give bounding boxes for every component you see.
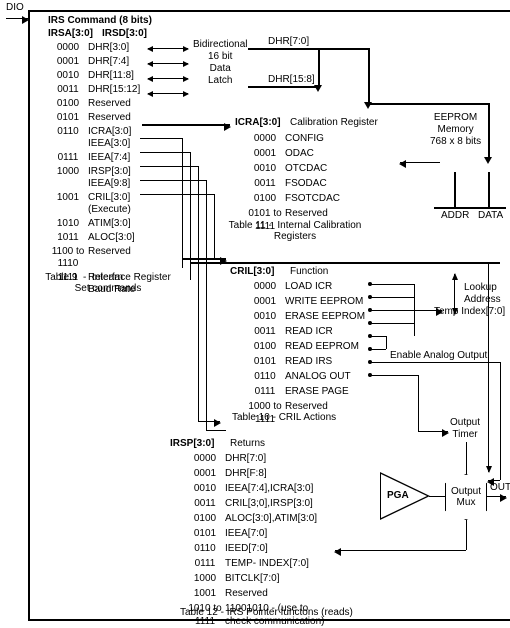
table10-caption: Table 10 - CRIL Actions bbox=[232, 412, 336, 423]
env bbox=[386, 336, 387, 349]
enable-into-mux bbox=[488, 480, 500, 481]
table12-caption: Table 12 - IRS Pointer functons (reads) bbox=[180, 607, 353, 618]
irsp-arrow bbox=[198, 421, 220, 422]
dio-arrow bbox=[6, 18, 28, 19]
cril-func-label: Function bbox=[290, 266, 328, 277]
cril-table: 0000LOAD ICR 0001WRITE EEPROM 0010ERASE … bbox=[245, 280, 395, 426]
dhr-v1-head bbox=[314, 85, 322, 92]
irs-cmd-header: IRS Command (8 bits) bbox=[48, 15, 152, 26]
irsa-header: IRSA[3:0] bbox=[48, 28, 93, 39]
eeprom-block: EEPROM Memory 768 x 8 bits bbox=[430, 112, 481, 148]
bidi-arrow-3 bbox=[148, 93, 188, 94]
data-to-mux bbox=[488, 262, 489, 472]
eeprom-v bbox=[488, 103, 490, 158]
lk1 bbox=[370, 284, 414, 285]
lk3 bbox=[370, 310, 414, 311]
table11-caption: Table 11 - Internal Calibration Register… bbox=[215, 220, 375, 242]
data-label: DATA bbox=[478, 210, 503, 221]
eeprom-bus bbox=[368, 103, 488, 105]
ot-h bbox=[370, 375, 418, 376]
ot-arrow bbox=[418, 431, 448, 432]
v2 bbox=[190, 152, 191, 280]
dhr-v2-head bbox=[364, 102, 372, 109]
dio-label: DIO bbox=[6, 2, 24, 13]
icra-header: ICRA[3:0] bbox=[235, 117, 281, 128]
out-arrow bbox=[486, 496, 506, 497]
v3 bbox=[198, 166, 199, 421]
lookup-text: Lookup Address Temp Index[7:0] bbox=[434, 282, 505, 318]
w1 bbox=[140, 138, 182, 139]
mux-back-arrow bbox=[335, 550, 340, 551]
enable-label: Enable Analog Output bbox=[390, 350, 487, 361]
output-mux: Output Mux bbox=[445, 474, 487, 520]
icra-table: 0000CONFIG 0001ODAC 0010OTCDAC 0011FSODA… bbox=[245, 132, 365, 233]
lk2 bbox=[370, 297, 414, 298]
output-timer-label: Output Timer bbox=[450, 417, 480, 441]
table9-caption: Table 9 - Interface Register Set command… bbox=[38, 272, 178, 294]
bidi-arrow-2 bbox=[148, 78, 188, 79]
en-ana bbox=[370, 362, 500, 363]
mux-down bbox=[466, 520, 467, 550]
addr-line bbox=[454, 172, 456, 208]
data-line bbox=[488, 172, 490, 208]
mux-back bbox=[340, 550, 466, 551]
eeprom-bot-bus bbox=[434, 207, 506, 209]
w5 bbox=[140, 194, 214, 195]
bidi-arrow-0 bbox=[148, 48, 188, 49]
lk4 bbox=[370, 323, 414, 324]
irsp-table: 0000DHR[7:0] 0001DHR[F:8] 0010IEEA[7:4],… bbox=[185, 452, 355, 628]
irsd-header: IRSD[3:0] bbox=[102, 28, 147, 39]
en2 bbox=[370, 349, 386, 350]
pga-mux-wire bbox=[429, 496, 445, 497]
irsp-h2 bbox=[206, 430, 226, 431]
dhr70-label: DHR[7:0] bbox=[268, 36, 309, 47]
v5 bbox=[214, 194, 215, 258]
ot-to-mux bbox=[466, 442, 467, 477]
cril-bus bbox=[190, 262, 500, 264]
dhr158-label: DHR[15:8] bbox=[268, 74, 315, 85]
v1 bbox=[182, 138, 183, 268]
eeprom-head bbox=[484, 157, 492, 164]
cril-arrow bbox=[182, 258, 226, 260]
enable-v bbox=[500, 362, 501, 480]
w4 bbox=[140, 180, 206, 181]
v4 bbox=[206, 180, 207, 430]
ot-v bbox=[418, 375, 419, 431]
irsp-header: IRSP[3:0] bbox=[170, 438, 214, 449]
bidi-text: Bidirectional 16 bit Data Latch bbox=[193, 39, 247, 87]
pga-label: PGA bbox=[387, 490, 409, 501]
eeprom-to-icra-arrow bbox=[400, 162, 440, 163]
dhr158-line bbox=[248, 86, 318, 88]
en1 bbox=[370, 336, 386, 337]
cril-header: CRIL[3:0] bbox=[230, 266, 274, 277]
returns-label: Returns bbox=[230, 438, 265, 449]
diagram-frame: IRS Command (8 bits) IRSA[3:0] IRSD[3:0]… bbox=[28, 10, 510, 621]
addr-label: ADDR bbox=[441, 210, 469, 221]
icra-arrow bbox=[142, 124, 230, 126]
dhr-v1 bbox=[318, 48, 320, 86]
dhr-v2 bbox=[368, 48, 370, 103]
bidi-arrow-1 bbox=[148, 63, 188, 64]
calreg-label: Calibration Register bbox=[290, 117, 378, 128]
dhr70-line bbox=[248, 48, 368, 50]
